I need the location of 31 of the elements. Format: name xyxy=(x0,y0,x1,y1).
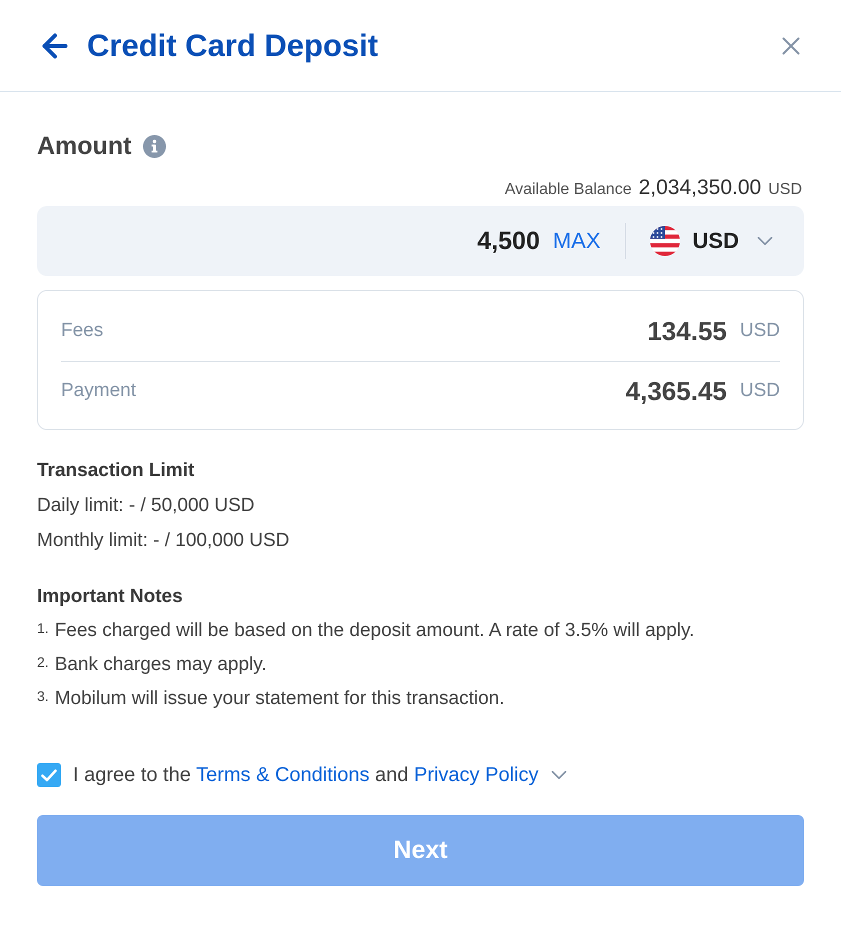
list-number: 1. xyxy=(37,619,49,638)
summary-label: Payment xyxy=(61,379,136,404)
check-icon xyxy=(41,768,57,782)
list-number: 3. xyxy=(37,687,49,706)
info-icon[interactable] xyxy=(143,134,166,158)
currency-select[interactable]: USD xyxy=(650,226,778,256)
privacy-link[interactable]: Privacy Policy xyxy=(414,764,538,786)
limit-text: Monthly limit: - / 100,000 USD xyxy=(37,529,290,553)
summary-currency: USD xyxy=(740,379,780,404)
max-button[interactable]: MAX xyxy=(552,227,601,255)
amount-label: Amount xyxy=(37,131,132,162)
agreement-text: I agree to the Terms & Conditions and Privacy Policy xyxy=(73,763,538,788)
summary-value: 4,365.45 xyxy=(626,375,727,408)
amount-input[interactable]: 4,500 xyxy=(462,225,540,257)
note-text: Fees charged will be based on the deposit amount. A rate of 3.5% will apply. xyxy=(54,619,694,643)
note-text: Bank charges may apply. xyxy=(54,653,267,677)
flag-icon xyxy=(650,226,680,256)
page-title: Credit Card Deposit xyxy=(87,26,378,64)
summary-label: Fees xyxy=(61,318,104,343)
section-title: Transaction Limit xyxy=(37,459,196,483)
balance-label: Available Balance xyxy=(504,180,632,200)
list-number: 2. xyxy=(37,653,49,672)
summary-value: 134.55 xyxy=(647,314,727,348)
balance-currency: USD xyxy=(768,180,802,200)
note-text: Mobilum will issue your statement for this transaction. xyxy=(54,687,505,711)
balance-value: 2,034,350.00 xyxy=(638,176,762,200)
limit-text: Daily limit: - / 50,000 USD xyxy=(37,494,256,518)
terms-link[interactable]: Terms & Conditions xyxy=(196,764,370,786)
agree-checkbox[interactable] xyxy=(37,763,61,787)
section-title: Important Notes xyxy=(37,585,184,609)
summary-currency: USD xyxy=(740,318,780,343)
